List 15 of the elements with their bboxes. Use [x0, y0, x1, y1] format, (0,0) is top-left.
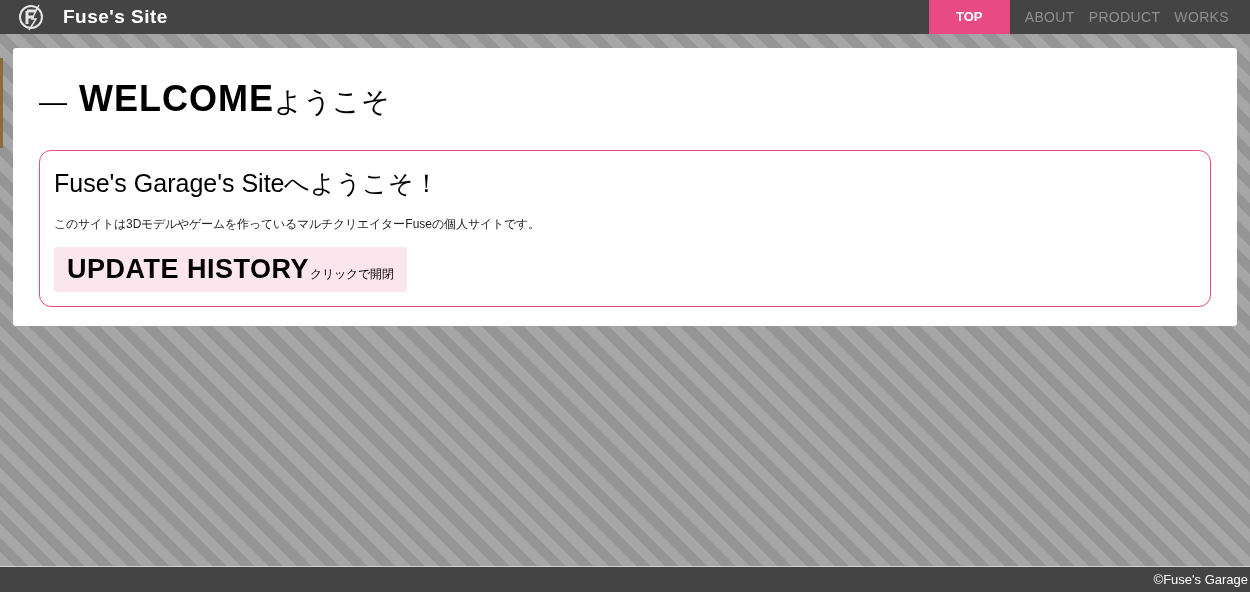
copyright: ©Fuse's Garage	[1153, 570, 1248, 589]
toggle-hint: クリックで開閉	[310, 265, 395, 283]
section-title: WELCOME	[79, 77, 274, 121]
section-subtitle: ようこそ	[274, 85, 390, 119]
heading-dash: —	[39, 85, 67, 119]
nav-link[interactable]: PRODUCT	[1081, 0, 1168, 34]
update-history-title: UPDATE HISTORY	[67, 255, 310, 283]
intro-text: このサイトは3Dモデルやゲームを作っているマルチクリエイターFuseの個人サイトです。	[54, 215, 542, 233]
welcome-heading: Fuse's Garage's Siteへようこそ！	[54, 168, 441, 199]
logo-icon	[17, 3, 45, 31]
nav-link[interactable]: WORKS	[1167, 0, 1236, 34]
nav-link[interactable]: ABOUT	[1017, 0, 1082, 34]
nav-link[interactable]: TOP	[928, 0, 1010, 34]
update-history-toggle[interactable]: UPDATE HISTORY クリックで開閉	[54, 246, 408, 292]
site-title[interactable]: Fuse's Site	[63, 2, 168, 32]
